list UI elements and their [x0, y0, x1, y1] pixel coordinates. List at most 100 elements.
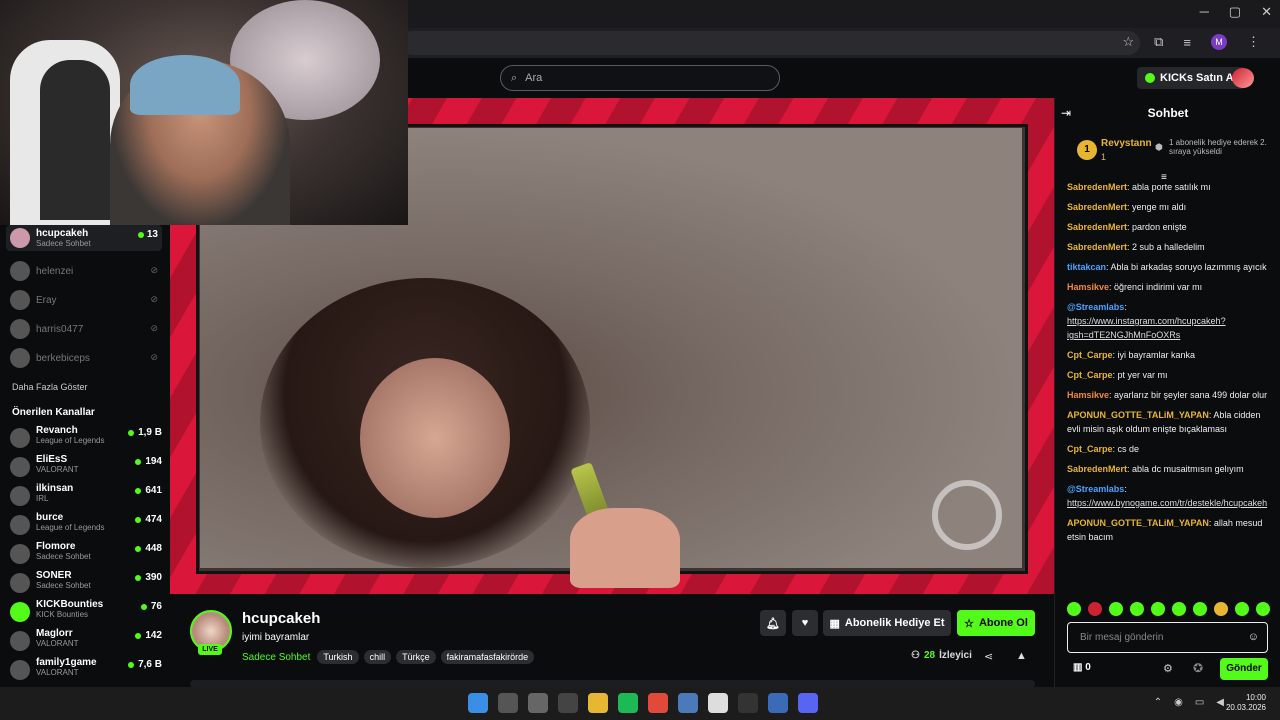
recommended-channel[interactable]: Flomore Sadece Sohbet 448: [10, 541, 162, 569]
chat-message: @Streamlabs: https://www.bynogame.com/tr…: [1067, 484, 1268, 508]
browser-menu-icon[interactable]: ⋮: [1247, 34, 1260, 50]
chevron-up-icon[interactable]: ⌃: [1154, 697, 1162, 708]
discord-icon[interactable]: [798, 693, 818, 713]
chat-username[interactable]: SabredenMert: [1067, 242, 1127, 252]
channel-avatar: [10, 573, 30, 593]
recommended-channel[interactable]: burce League of Legends 474: [10, 512, 162, 540]
recommended-channel[interactable]: Maglorr VALORANT 142: [10, 628, 162, 656]
emote-icon[interactable]: [1235, 602, 1249, 616]
channel-avatar: [10, 544, 30, 564]
chat-username[interactable]: SabredenMert: [1067, 464, 1127, 474]
maximize-icon[interactable]: ▢: [1229, 4, 1241, 20]
channel-category: VALORANT: [36, 668, 79, 677]
chat-username[interactable]: Hamsikve: [1067, 282, 1109, 292]
emote-icon[interactable]: [1172, 602, 1186, 616]
notification-bell-button[interactable]: 🔔︎: [760, 610, 786, 636]
user-avatar[interactable]: [1232, 68, 1254, 88]
task-view-icon[interactable]: [528, 693, 548, 713]
search-icon[interactable]: [498, 693, 518, 713]
recommended-channel[interactable]: Revanch League of Legends 1,9 B: [10, 425, 162, 453]
chat-footer: ▥ 0 ⚙ ✪ Gönder: [1067, 658, 1268, 680]
chat-username[interactable]: SabredenMert: [1067, 182, 1127, 192]
emote-icon[interactable]: [1193, 602, 1207, 616]
followed-channel[interactable]: harris0477 ⊘: [6, 316, 162, 342]
chat-username[interactable]: SabredenMert: [1067, 202, 1127, 212]
buy-kicks-button[interactable]: KICKs Satın Al: [1137, 67, 1245, 89]
spotify-icon[interactable]: [618, 693, 638, 713]
file-explorer-icon[interactable]: [588, 693, 608, 713]
bell-icon: 🔔︎: [766, 617, 780, 630]
recommended-channel[interactable]: KICKBounties KICK Bounties 76: [10, 599, 162, 627]
app-icon[interactable]: [678, 693, 698, 713]
chrome-icon[interactable]: [648, 693, 668, 713]
chat-link[interactable]: https://www.bynogame.com/tr/destekle/hcu…: [1067, 498, 1267, 508]
start-icon[interactable]: [468, 693, 488, 713]
minimize-icon[interactable]: ─: [1200, 4, 1209, 20]
system-clock[interactable]: 10:00 20.03.2026: [1226, 693, 1266, 713]
recommended-channel[interactable]: family1game VALORANT 7,6 B: [10, 657, 162, 685]
address-bar[interactable]: [400, 31, 1140, 55]
chat-username[interactable]: Cpt_Carpe: [1067, 350, 1113, 360]
obs-icon[interactable]: [708, 693, 728, 713]
emote-icon[interactable]: [1151, 602, 1165, 616]
followed-channel[interactable]: hcupcakeh Sadece Sohbet 13: [6, 225, 162, 251]
tag-chip[interactable]: chill: [363, 650, 392, 664]
emoji-icon[interactable]: ☺: [1248, 631, 1259, 643]
media-queue-icon[interactable]: ≡: [1183, 35, 1191, 50]
chat-message: APONUN_GOTTE_TALiM_YAPAN: Abla cidden ev…: [1067, 410, 1261, 434]
close-icon[interactable]: ✕: [1261, 4, 1272, 20]
send-button[interactable]: Gönder: [1220, 658, 1268, 680]
badge-icon[interactable]: ✪: [1193, 661, 1203, 675]
chat-username[interactable]: @Streamlabs: [1067, 484, 1124, 494]
recommended-channel[interactable]: ilkinsan IRL 641: [10, 483, 162, 511]
gift-sub-button[interactable]: ▦ Abonelik Hediye Et: [823, 610, 951, 636]
chat-username[interactable]: @Streamlabs: [1067, 302, 1124, 312]
follow-button[interactable]: ♥: [792, 610, 818, 636]
chat-username[interactable]: SabredenMert: [1067, 222, 1127, 232]
tag-chip[interactable]: fakiramafasfakirörde: [440, 650, 535, 664]
microphone-icon[interactable]: ◉: [1174, 697, 1183, 708]
subscribe-button[interactable]: ☆ Abone Ol: [957, 610, 1035, 636]
extensions-icon[interactable]: ⧉: [1154, 34, 1163, 50]
gift-icon: ▦: [829, 617, 840, 630]
emote-icon[interactable]: [1130, 602, 1144, 616]
chat-username[interactable]: Cpt_Carpe: [1067, 370, 1113, 380]
tag-chip[interactable]: Türkçe: [396, 650, 436, 664]
show-more-link[interactable]: Daha Fazla Göster: [12, 382, 88, 392]
bookmark-star-icon[interactable]: ☆: [1122, 34, 1134, 50]
network-icon[interactable]: ▭: [1195, 697, 1204, 708]
chat-link[interactable]: https://www.instagram.com/hcupcakeh?igsh…: [1067, 316, 1226, 340]
store-icon[interactable]: [558, 693, 578, 713]
gear-icon[interactable]: ⚙: [1163, 662, 1173, 675]
tag-chip[interactable]: Turkish: [317, 650, 359, 664]
emote-icon[interactable]: [1109, 602, 1123, 616]
chat-username[interactable]: Hamsikve: [1067, 390, 1109, 400]
viewer-label: İzleyici: [939, 650, 972, 661]
kicks-balance[interactable]: ▥ 0: [1073, 662, 1091, 673]
emote-icon[interactable]: [1214, 602, 1228, 616]
share-icon[interactable]: ⋖: [984, 650, 993, 663]
chat-username[interactable]: Cpt_Carpe: [1067, 444, 1113, 454]
followed-channel[interactable]: berkebiceps ⊘: [6, 345, 162, 371]
steam-icon[interactable]: [768, 693, 788, 713]
search-input[interactable]: ⌕ Ara: [500, 65, 780, 91]
volume-icon[interactable]: ◀: [1216, 697, 1224, 708]
emote-icon[interactable]: [1067, 602, 1081, 616]
app-icon[interactable]: [738, 693, 758, 713]
recommended-channel[interactable]: SONER Sadece Sohbet 390: [10, 570, 162, 598]
profile-avatar[interactable]: M: [1211, 34, 1227, 50]
emote-icon[interactable]: [1256, 602, 1270, 616]
windows-taskbar: ⌃ ◉ ▭ ◀ 10:00 20.03.2026: [0, 687, 1280, 720]
stream-category[interactable]: Sadece Sohbet: [242, 652, 310, 663]
emote-icon[interactable]: [1088, 602, 1102, 616]
followed-channel[interactable]: helenzei ⊘: [6, 258, 162, 284]
recommended-channel[interactable]: EliEsS VALORANT 194: [10, 454, 162, 482]
chat-message-input[interactable]: Bir mesaj gönderin ☺: [1067, 622, 1268, 653]
chat-username[interactable]: APONUN_GOTTE_TALiM_YAPAN: [1067, 410, 1209, 420]
pinned-username[interactable]: Revystann: [1101, 138, 1152, 149]
followed-channel[interactable]: Eray ⊘: [6, 287, 162, 313]
streamer-name[interactable]: hcupcakeh: [242, 610, 320, 627]
report-icon[interactable]: ▲: [1016, 650, 1027, 662]
chat-username[interactable]: tiktakcan: [1067, 262, 1106, 272]
chat-username[interactable]: APONUN_GOTTE_TALiM_YAPAN: [1067, 518, 1209, 528]
